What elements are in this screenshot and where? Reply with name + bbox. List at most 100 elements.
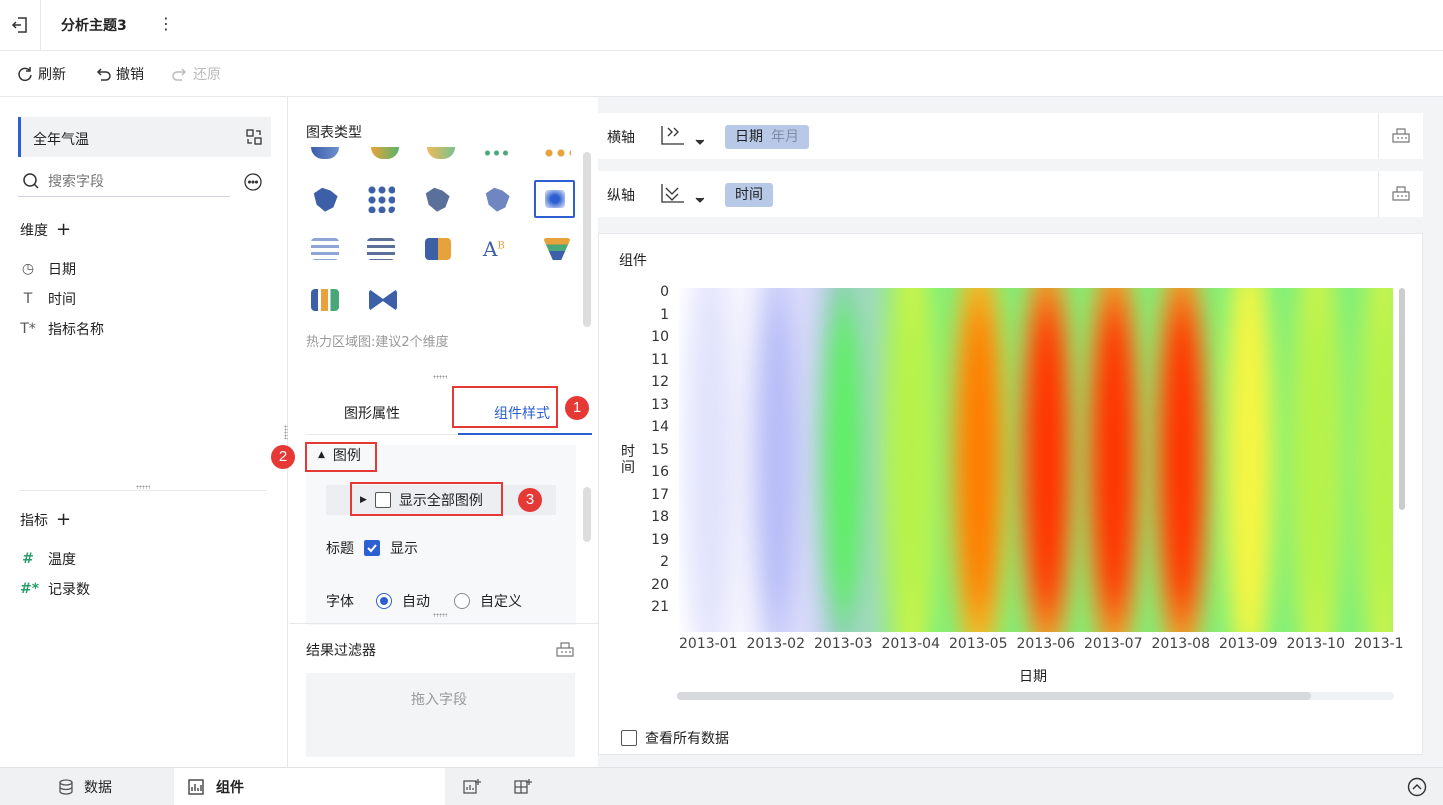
collapse-up-icon[interactable] — [1407, 777, 1427, 797]
flow-map-icon[interactable] — [425, 187, 450, 212]
highlight-box-1 — [452, 386, 558, 428]
dataset-name: 全年气温 — [33, 132, 89, 148]
legend-settings: ▲ 图例 ▶ 显示全部图例 标题 显示 字体 自动 自定义 — [306, 445, 576, 625]
chart-type-title: 图表类型 — [306, 125, 362, 141]
switch-dataset-icon[interactable] — [245, 128, 263, 146]
dataset-selector[interactable]: 全年气温 — [18, 117, 271, 157]
x-axis-settings-icon[interactable] — [1391, 126, 1411, 144]
more-vertical-icon[interactable]: ⋮ — [158, 14, 174, 34]
measure-item-temperature[interactable]: # 温度 — [20, 549, 76, 569]
refresh-button[interactable]: 刷新 — [17, 65, 66, 83]
dimension-item-date[interactable]: ◷ 日期 — [20, 259, 76, 279]
y-tick-label: 12 — [651, 374, 669, 390]
add-dashboard-icon[interactable] — [513, 777, 533, 797]
sunburst-chart-icon[interactable] — [427, 147, 455, 159]
font-custom-radio[interactable] — [454, 593, 470, 609]
sankey-icon[interactable] — [369, 289, 397, 311]
text-icon: T — [23, 291, 33, 307]
y-tick-label: 1 — [660, 306, 669, 323]
chart-horizontal-scrollbar[interactable] — [677, 692, 1311, 700]
bottom-bar: 数据 组件 — [0, 767, 1443, 805]
resize-handle[interactable] — [433, 613, 447, 617]
y-axis-type-icon[interactable] — [660, 182, 704, 206]
view-all-data-option[interactable]: 查看所有数据 — [621, 728, 729, 748]
view-all-checkbox[interactable] — [621, 730, 637, 746]
heat-area-icon — [545, 190, 565, 208]
scatter-chart-icon[interactable] — [543, 147, 571, 159]
font-auto-label: 自动 — [402, 594, 430, 610]
hash-icon: # — [22, 551, 34, 567]
table-chart-icon[interactable] — [311, 238, 339, 260]
filter-drop-zone[interactable]: 拖入字段 — [306, 673, 575, 757]
title-label: 标题 — [326, 541, 354, 557]
heatmap-band — [1018, 288, 1075, 632]
add-measure-icon[interactable]: + — [56, 509, 71, 530]
cross-table-icon[interactable] — [367, 238, 395, 260]
search-input[interactable] — [48, 171, 218, 193]
tab-data[interactable]: 数据 — [58, 777, 112, 797]
heat-map-icon[interactable] — [485, 187, 510, 212]
y-tick-label: 20 — [651, 576, 669, 593]
undo-label: 撤销 — [116, 67, 144, 83]
funnel-chart-icon[interactable] — [543, 238, 571, 260]
y-tick-label: 21 — [651, 599, 669, 615]
y-axis-settings-icon[interactable] — [1391, 184, 1411, 202]
heatmap-band — [1153, 288, 1210, 632]
resize-handle[interactable] — [433, 375, 447, 379]
add-dimension-icon[interactable]: + — [56, 219, 71, 240]
region-map-icon[interactable] — [313, 187, 338, 212]
rose-chart-icon[interactable] — [371, 147, 399, 159]
heatmap-band — [1086, 288, 1142, 632]
redo-button[interactable]: 还原 — [172, 65, 221, 83]
x-tick-label: 2013-01 — [679, 636, 738, 652]
dimension-item-time[interactable]: T 时间 — [20, 289, 76, 309]
heatmap-band — [886, 288, 937, 632]
font-auto-radio[interactable] — [376, 593, 392, 609]
word-cloud-icon[interactable]: AB — [483, 237, 511, 265]
clock-icon: ◷ — [21, 261, 35, 277]
config-panel: 图表类型 AB 热力区域图:建议2个维度 图形属性 组件样式 1 ▲ 图例 ▶ — [271, 97, 598, 767]
tab-component[interactable]: 组件 — [174, 768, 445, 805]
dimension-item-metric-name[interactable]: T* 指标名称 — [20, 319, 104, 339]
heatmap-area[interactable] — [679, 288, 1393, 632]
title-show-checkbox[interactable] — [364, 540, 380, 556]
chart-type-scrollbar[interactable] — [583, 152, 591, 327]
dimensions-title: 维度 — [20, 222, 48, 239]
heat-area-chart-option[interactable] — [534, 180, 575, 218]
heatmap-band — [751, 288, 802, 632]
add-component-icon[interactable] — [462, 777, 482, 797]
style-scrollbar[interactable] — [583, 487, 591, 542]
undo-button[interactable]: 撤销 — [95, 65, 144, 83]
measures-header: 指标 + — [20, 509, 71, 530]
y-axis-field-pill[interactable]: 时间 — [725, 183, 773, 207]
measure-item-record-count[interactable]: #* 记录数 — [20, 579, 90, 599]
redo-icon — [172, 68, 187, 81]
y-tick-label: 14 — [651, 419, 669, 435]
more-options-icon[interactable] — [244, 173, 262, 191]
y-tick-label: 10 — [651, 329, 669, 345]
point-map-icon[interactable] — [367, 185, 395, 213]
filter-settings-icon[interactable] — [555, 640, 575, 658]
resize-handle[interactable] — [136, 485, 150, 489]
chart-vertical-scrollbar[interactable] — [1399, 288, 1405, 510]
x-tick-label: 2013-10 — [1286, 636, 1346, 652]
highlight-box-3 — [350, 482, 503, 516]
x-axis-type-icon[interactable] — [660, 124, 704, 148]
tab-component-label: 组件 — [216, 780, 244, 796]
heatmap-band — [684, 288, 734, 632]
chart-component-icon — [188, 779, 204, 795]
panel-resize-handle[interactable] — [284, 425, 288, 439]
x-tick-label: 2013-03 — [814, 636, 873, 652]
boxplot-icon[interactable] — [311, 289, 339, 311]
heatmap-band — [819, 288, 869, 632]
x-axis-field-pill[interactable]: 日期 年月 — [725, 125, 809, 149]
title-show-label: 显示 — [390, 541, 418, 557]
field-label: 时间 — [48, 292, 76, 308]
pie-chart-icon[interactable] — [311, 147, 339, 159]
tab-graph-properties[interactable]: 图形属性 — [344, 403, 400, 423]
treemap-icon[interactable] — [425, 238, 451, 260]
exit-icon[interactable] — [0, 0, 41, 50]
y-tick-label: 18 — [651, 509, 669, 525]
divider — [1378, 171, 1379, 217]
dot-chart-icon[interactable] — [483, 149, 511, 157]
